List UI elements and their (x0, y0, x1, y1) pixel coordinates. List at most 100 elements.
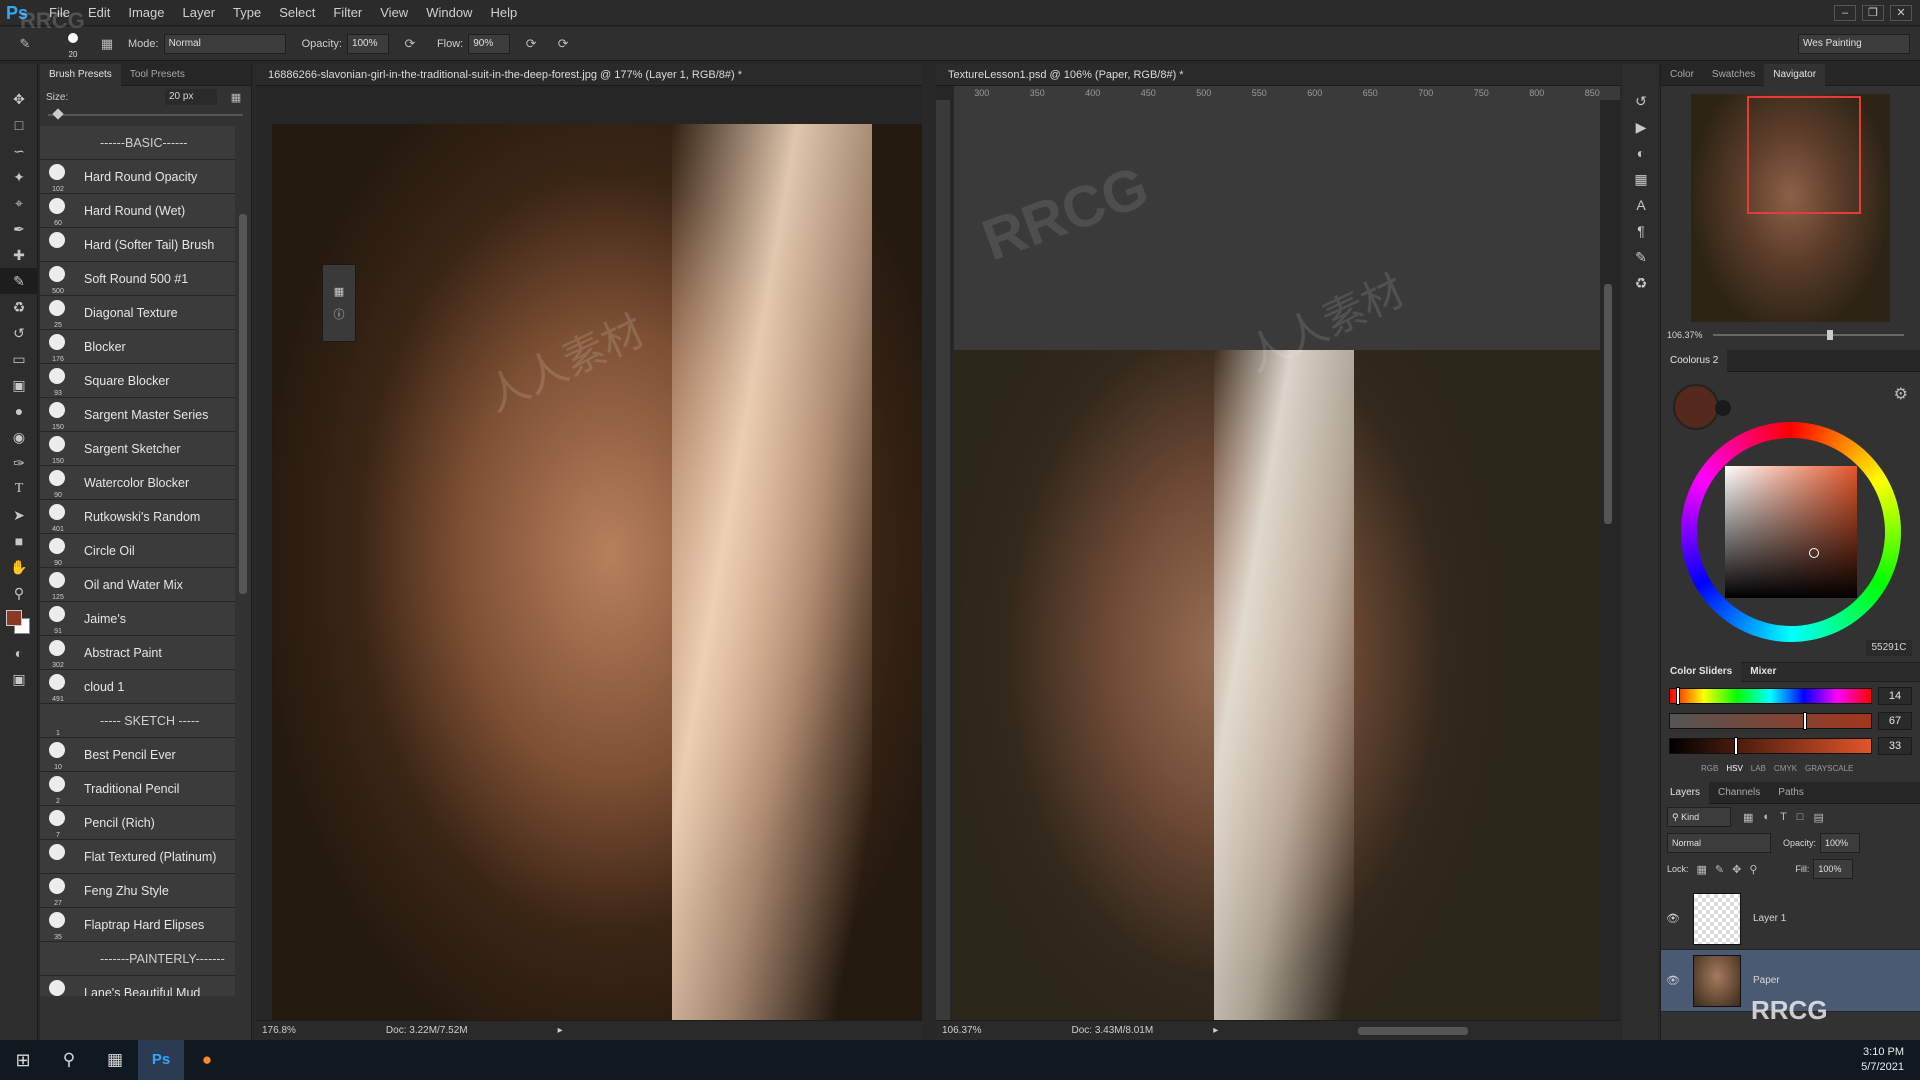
coolorus-wheel-area[interactable]: ⚙ 55291C (1661, 372, 1920, 662)
brush-preset-row[interactable]: ------BASIC------ (40, 126, 235, 160)
brush-size-picker[interactable]: 20 (58, 29, 88, 59)
tab-color[interactable]: Color (1661, 64, 1703, 86)
menu-help[interactable]: Help (481, 0, 526, 26)
brush-preset-row[interactable]: 401 Rutkowski's Random (40, 500, 235, 534)
brush-preset-row[interactable]: 500 Soft Round 500 #1 (40, 262, 235, 296)
filter-smart-icon[interactable]: ▤ (1813, 811, 1823, 824)
new-preset-icon[interactable]: ▦ (227, 91, 245, 104)
menu-view[interactable]: View (371, 0, 417, 26)
hue-value[interactable]: 14 (1878, 687, 1912, 705)
menu-layer[interactable]: Layer (174, 0, 225, 26)
canvas-1[interactable]: ▦ ⓘ (272, 124, 922, 1020)
tab-swatches[interactable]: Swatches (1703, 64, 1764, 86)
quick-mask-icon[interactable]: ◐ (0, 640, 38, 666)
fill-input[interactable]: 100% (1813, 859, 1854, 879)
brush-panel-icon[interactable]: ✎ (1622, 244, 1660, 270)
tab-mixer[interactable]: Mixer (1741, 661, 1785, 683)
marquee-tool-icon[interactable]: □ (0, 112, 38, 138)
move-tool-icon[interactable]: ✥ (0, 86, 38, 112)
brush-preset-row[interactable]: 150 Sargent Master Series (40, 398, 235, 432)
tab-color-sliders[interactable]: Color Sliders (1661, 661, 1742, 683)
menu-window[interactable]: Window (417, 0, 481, 26)
opacity-input[interactable]: 100% (346, 33, 389, 54)
brightness-slider-thumb[interactable] (1734, 737, 1739, 755)
actions-panel-icon[interactable]: ▶ (1622, 114, 1660, 140)
crop-tool-icon[interactable]: ⌖ (0, 190, 38, 216)
brush-preset-row[interactable]: 90 Watercolor Blocker (40, 466, 235, 500)
saturation-slider[interactable] (1669, 712, 1872, 730)
tab-navigator[interactable]: Navigator (1764, 63, 1826, 86)
type-tool-icon[interactable]: T (0, 476, 38, 502)
clone-stamp-tool-icon[interactable]: ♻ (0, 294, 38, 320)
windows-start-icon[interactable]: ⊞ (0, 1040, 46, 1080)
clone-source-panel-icon[interactable]: ♻ (1622, 270, 1660, 296)
mode-hsv[interactable]: HSV (1726, 764, 1742, 773)
zoom-level-2[interactable]: 106.37% (942, 1021, 981, 1041)
healing-brush-tool-icon[interactable]: ✚ (0, 242, 38, 268)
brush-preset-row[interactable]: 10 Best Pencil Ever (40, 738, 235, 772)
brush-panel-toggle-icon[interactable]: ▦ (96, 33, 118, 55)
brush-preset-row[interactable]: 1 ----- SKETCH ----- (40, 704, 235, 738)
brush-preset-row[interactable]: 125 Oil and Water Mix (40, 568, 235, 602)
layer-opacity-input[interactable]: 100% (1820, 833, 1861, 853)
size-slider[interactable] (48, 108, 243, 120)
layer-name[interactable]: Layer 1 (1753, 913, 1786, 924)
tab-brush-presets[interactable]: Brush Presets (40, 63, 121, 86)
hue-slider-thumb[interactable] (1676, 687, 1681, 705)
styles-panel-icon[interactable]: ▦ (1622, 166, 1660, 192)
mode-grayscale[interactable]: GRAYSCALE (1805, 764, 1853, 773)
menu-type[interactable]: Type (224, 0, 270, 26)
color-swatches[interactable] (0, 606, 38, 640)
dodge-tool-icon[interactable]: ◉ (0, 424, 38, 450)
screen-mode-icon[interactable]: ▣ (0, 666, 38, 692)
kind-filter-select[interactable]: ⚲ Kind (1667, 807, 1731, 827)
airbrush-icon[interactable]: ⟳ (520, 33, 542, 55)
visibility-eye-icon[interactable]: 👁 (1661, 912, 1685, 925)
brush-preset-row[interactable]: 491 cloud 1 (40, 670, 235, 704)
brush-preset-row[interactable]: Flat Textured (Platinum) (40, 840, 235, 874)
saturation-value-square[interactable] (1725, 466, 1857, 598)
vertical-scrollbar-2[interactable] (1604, 284, 1612, 524)
brush-preset-row[interactable]: Hard (Softer Tail) Brush (40, 228, 235, 262)
hex-value[interactable]: 55291C (1866, 640, 1912, 656)
brush-preset-row[interactable]: 2 Traditional Pencil (40, 772, 235, 806)
brightness-slider[interactable] (1669, 737, 1872, 755)
color-wheel[interactable] (1681, 422, 1901, 642)
blur-tool-icon[interactable]: ● (0, 398, 38, 424)
brush-tool-icon[interactable]: ✎ (14, 33, 36, 55)
navigator-zoom-value[interactable]: 106.37% (1667, 330, 1703, 340)
canvas-2[interactable] (954, 350, 1600, 1020)
brush-preset-row[interactable]: 35 Flaptrap Hard Elipses (40, 908, 235, 942)
zoom-tool-icon[interactable]: ⚲ (0, 580, 38, 606)
lock-pixels-icon[interactable]: ✎ (1715, 863, 1724, 876)
lock-position-icon[interactable]: ✥ (1732, 863, 1741, 876)
zoom-level-1[interactable]: 176.8% (262, 1021, 296, 1041)
gradient-tool-icon[interactable]: ▣ (0, 372, 38, 398)
pen-tool-icon[interactable]: ✑ (0, 450, 38, 476)
paragraph-panel-icon[interactable]: ¶ (1622, 218, 1660, 244)
history-brush-tool-icon[interactable]: ↺ (0, 320, 38, 346)
tab-channels[interactable]: Channels (1709, 782, 1769, 804)
eyedropper-tool-icon[interactable]: ✒ (0, 216, 38, 242)
mode-select[interactable]: Normal (163, 33, 286, 54)
character-panel-icon[interactable]: A (1622, 192, 1660, 218)
hand-tool-icon[interactable]: ✋ (0, 554, 38, 580)
restore-button[interactable]: ❐ (1862, 4, 1884, 21)
horizontal-scrollbar-2[interactable] (1358, 1026, 1469, 1035)
workspace-select[interactable]: Wes Painting (1798, 33, 1910, 54)
mode-lab[interactable]: LAB (1751, 764, 1766, 773)
brush-preset-row[interactable]: 150 Sargent Sketcher (40, 432, 235, 466)
menu-file[interactable]: File (40, 0, 79, 26)
visibility-eye-icon[interactable]: 👁 (1661, 974, 1685, 987)
brush-scrollbar[interactable] (239, 214, 247, 594)
tab-layers[interactable]: Layers (1661, 781, 1710, 804)
info-icon[interactable]: ⓘ (323, 306, 355, 322)
firefox-taskbar-icon[interactable]: ● (184, 1040, 230, 1080)
photoshop-taskbar-icon[interactable]: Ps (138, 1040, 184, 1080)
tab-tool-presets[interactable]: Tool Presets (121, 64, 194, 86)
brush-preset-row[interactable]: 102 Hard Round Opacity (40, 160, 235, 194)
foreground-color-swatch[interactable] (6, 610, 22, 626)
size-input[interactable]: 20 px (165, 89, 217, 105)
document-tab-2[interactable]: TextureLesson1.psd @ 106% (Paper, RGB/8#… (936, 64, 1620, 86)
adjustments-panel-icon[interactable]: ◐ (1622, 140, 1660, 166)
